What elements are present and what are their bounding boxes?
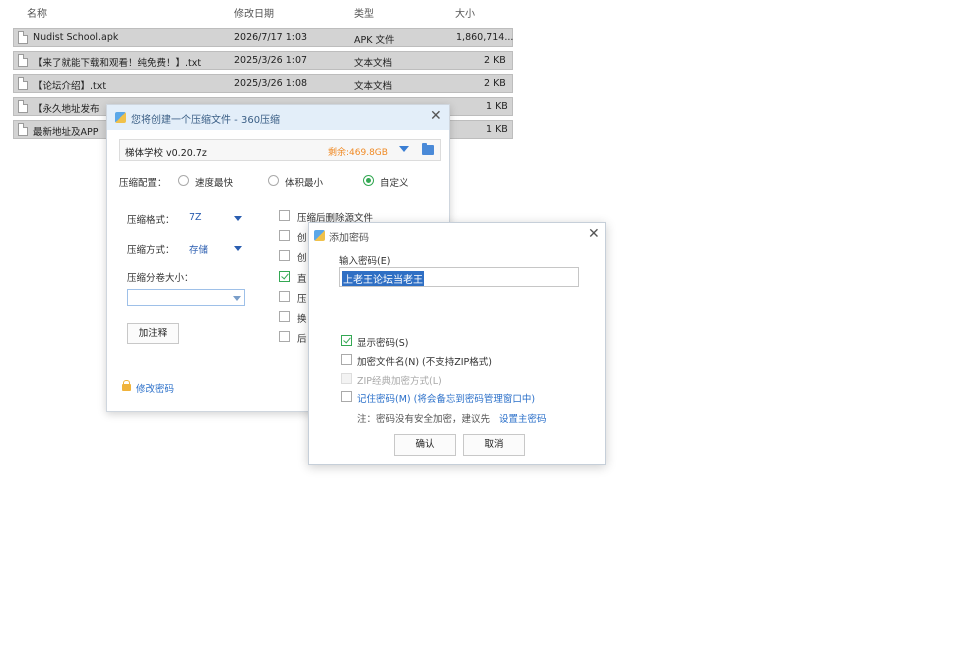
split-label: 压缩分卷大小： bbox=[127, 273, 194, 284]
option-custom-label[interactable]: 自定义 bbox=[380, 175, 409, 189]
chevron-down-icon[interactable] bbox=[233, 296, 241, 301]
sort-arrow-icon: ^ bbox=[123, 0, 131, 4]
radio-fastest[interactable] bbox=[178, 175, 189, 186]
file-size: 1 KB bbox=[486, 124, 508, 135]
radio-smallest[interactable] bbox=[268, 175, 279, 186]
remember-password-label[interactable]: 记住密码(M) (将会备忘到密码管理窗口中) bbox=[357, 391, 535, 405]
encrypt-filenames-label[interactable]: 加密文件名(N) (不支持ZIP格式) bbox=[357, 354, 492, 368]
checkbox-label[interactable]: 换 bbox=[297, 311, 307, 325]
split-size-combo[interactable] bbox=[127, 289, 245, 306]
file-date: 2026/7/17 1:03 bbox=[234, 32, 308, 43]
archive-path-field[interactable]: 梯体学校 v0.20.7z 剩余:469.8GB bbox=[119, 139, 441, 161]
file-name: Nudist School.apk bbox=[33, 32, 119, 43]
dialog-titlebar: 添加密码 ✕ bbox=[309, 223, 605, 247]
360zip-logo-icon bbox=[314, 230, 325, 241]
checkbox-label[interactable]: 直 bbox=[297, 271, 307, 285]
file-size: 1,860,714... bbox=[456, 32, 514, 43]
360zip-logo-icon bbox=[115, 112, 126, 123]
file-row[interactable]: Nudist School.apk 2026/7/17 1:03 APK 文件 … bbox=[13, 28, 513, 47]
add-password-dialog: 添加密码 ✕ 输入密码(E) 上老王论坛当老王 显示密码(S) 加密文件名(N)… bbox=[308, 222, 606, 465]
column-size[interactable]: 大小 bbox=[455, 5, 475, 20]
column-type[interactable]: 类型 bbox=[354, 5, 374, 20]
close-icon[interactable]: ✕ bbox=[430, 108, 442, 124]
format-label: 压缩格式： bbox=[127, 215, 175, 226]
method-label: 压缩方式： bbox=[127, 245, 175, 256]
close-icon[interactable]: ✕ bbox=[588, 226, 600, 242]
file-row[interactable]: 【来了就能下载和观看！纯免费！】.txt 2025/3/26 1:07 文本文档… bbox=[13, 51, 513, 70]
file-name: 【论坛介绍】.txt bbox=[33, 81, 107, 92]
checkbox-option[interactable] bbox=[279, 291, 290, 302]
show-password-label[interactable]: 显示密码(S) bbox=[357, 335, 408, 349]
archive-name[interactable]: 梯体学校 v0.20.7z bbox=[125, 145, 207, 159]
checkbox-delete-source[interactable] bbox=[279, 210, 290, 221]
cancel-button[interactable]: 取消 bbox=[463, 434, 525, 456]
file-type: APK 文件 bbox=[354, 35, 395, 46]
file-row[interactable]: 【论坛介绍】.txt 2025/3/26 1:08 文本文档 2 KB bbox=[13, 74, 513, 93]
checkbox-option[interactable] bbox=[279, 311, 290, 322]
dialog-title: 添加密码 bbox=[329, 233, 369, 244]
radio-custom[interactable] bbox=[363, 175, 374, 186]
column-name[interactable]: 名称 bbox=[27, 5, 47, 20]
checkbox-label[interactable]: 创 bbox=[297, 250, 307, 264]
chevron-down-icon[interactable] bbox=[399, 146, 409, 152]
zip-classic-label: ZIP经典加密方式(L) bbox=[357, 376, 442, 387]
file-icon bbox=[18, 77, 28, 90]
option-smallest-label[interactable]: 体积最小 bbox=[285, 175, 323, 189]
file-date: 2025/3/26 1:07 bbox=[234, 55, 308, 66]
password-value[interactable]: 上老王论坛当老王 bbox=[342, 271, 424, 286]
config-label: 压缩配置： bbox=[119, 178, 167, 189]
folder-icon[interactable] bbox=[422, 143, 434, 155]
show-password-checkbox[interactable] bbox=[341, 335, 352, 346]
dialog-titlebar: 您将创建一个压缩文件 - 360压缩 ✕ bbox=[107, 105, 449, 130]
checkbox-option-checked[interactable] bbox=[279, 271, 290, 282]
security-note: 注：密码没有安全加密，建议先 bbox=[357, 414, 491, 425]
chevron-down-icon[interactable] bbox=[234, 246, 242, 251]
dialog-title: 您将创建一个压缩文件 - 360压缩 bbox=[131, 115, 281, 126]
file-icon bbox=[18, 54, 28, 67]
file-name: 【来了就能下载和观看！纯免费！】.txt bbox=[33, 58, 202, 69]
file-icon bbox=[18, 31, 28, 44]
file-name: 【永久地址发布 bbox=[33, 104, 100, 115]
checkbox-label[interactable]: 后 bbox=[297, 331, 307, 345]
zip-classic-checkbox bbox=[341, 373, 352, 384]
checkbox-option[interactable] bbox=[279, 230, 290, 241]
change-password-link[interactable]: 修改密码 bbox=[136, 381, 174, 395]
password-input-label: 输入密码(E) bbox=[339, 256, 391, 267]
file-type: 文本文档 bbox=[354, 81, 393, 92]
checkbox-label[interactable]: 创 bbox=[297, 230, 307, 244]
file-type: 文本文档 bbox=[354, 58, 393, 69]
add-comment-button[interactable]: 加注释 bbox=[127, 323, 179, 344]
lock-icon bbox=[122, 380, 131, 391]
chevron-down-icon[interactable] bbox=[234, 216, 242, 221]
password-input[interactable]: 上老王论坛当老王 bbox=[339, 267, 579, 287]
checkbox-option[interactable] bbox=[279, 331, 290, 342]
method-select[interactable]: 存储 bbox=[189, 242, 208, 256]
file-size: 2 KB bbox=[484, 55, 506, 66]
checkbox-label[interactable]: 压 bbox=[297, 291, 307, 305]
confirm-button[interactable]: 确认 bbox=[394, 434, 456, 456]
file-icon bbox=[18, 123, 28, 136]
column-date[interactable]: 修改日期 bbox=[234, 5, 274, 20]
encrypt-filenames-checkbox[interactable] bbox=[341, 354, 352, 365]
file-icon bbox=[18, 100, 28, 113]
option-fastest-label[interactable]: 速度最快 bbox=[195, 175, 233, 189]
remember-password-checkbox[interactable] bbox=[341, 391, 352, 402]
file-name: 最新地址及APP bbox=[33, 127, 99, 138]
file-size: 2 KB bbox=[484, 78, 506, 89]
free-space-label: 剩余:469.8GB bbox=[328, 148, 388, 158]
format-select[interactable]: 7Z bbox=[189, 212, 202, 223]
set-master-password-link[interactable]: 设置主密码 bbox=[499, 411, 547, 425]
checkbox-option[interactable] bbox=[279, 250, 290, 261]
file-size: 1 KB bbox=[486, 101, 508, 112]
file-date: 2025/3/26 1:08 bbox=[234, 78, 308, 89]
